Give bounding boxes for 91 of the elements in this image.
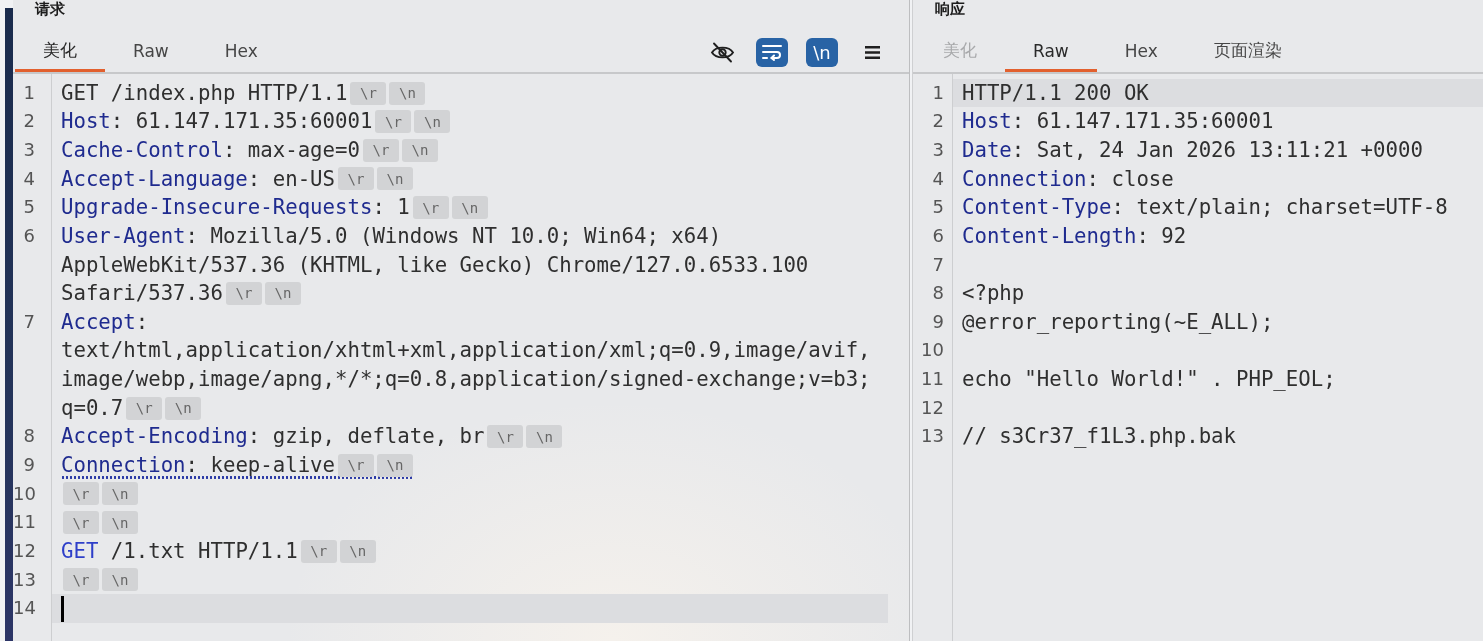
- line-number: 7: [22, 309, 36, 334]
- line-ending-marker: \r: [225, 282, 262, 305]
- line-number: 2: [931, 109, 945, 134]
- line-ending-marker: \r: [375, 110, 412, 134]
- line-number: 3: [22, 137, 36, 162]
- line-ending-marker: \n: [389, 81, 426, 105]
- code-line: HTTP/1.1 200 OK: [962, 79, 1149, 107]
- line-ending-marker: \r: [487, 425, 524, 449]
- line-number: 5: [931, 195, 945, 220]
- line-ending-marker: \r: [338, 453, 375, 477]
- line-number: 10: [920, 338, 945, 363]
- code-line: q=0.7: [61, 394, 124, 422]
- tab[interactable]: Hex: [1096, 32, 1186, 72]
- line-ending-marker: \r: [338, 167, 374, 191]
- line-ending-marker: \r: [63, 482, 99, 506]
- code-line: Content-Length: 92: [962, 222, 1187, 250]
- line-number: 8: [931, 281, 945, 306]
- line-number: 9: [931, 309, 945, 334]
- line-number: 1: [931, 80, 945, 105]
- eye-slash-icon: [709, 41, 735, 63]
- code-line: Host: 61.147.171.35:60001: [962, 108, 1274, 136]
- tab[interactable]: Hex: [196, 32, 286, 72]
- line-number: 11: [13, 510, 37, 535]
- code-line: image/webp,image/apng,*/*;q=0.8,application/signed-exchange;v=b3;: [61, 366, 871, 394]
- line-ending-marker: \n: [264, 282, 301, 305]
- line-number: 3: [931, 137, 945, 162]
- line-number: 10: [13, 481, 37, 506]
- line-number: 6: [931, 223, 945, 248]
- code-line: // s3Cr37_f1L3.php.bak: [962, 423, 1236, 451]
- code-line: text/html,application/xhtml+xml,application/xml;q=0.9,image/avif,: [61, 337, 871, 365]
- code-line: Host: 61.147.171.35:60001: [61, 108, 373, 136]
- line-number: 13: [13, 567, 37, 592]
- line-ending-marker: \n: [377, 167, 413, 191]
- tab[interactable]: 美化: [15, 32, 105, 72]
- line-number: 1: [22, 80, 36, 105]
- newline-toggle-button[interactable]: \n: [806, 37, 838, 67]
- code-line: Connection: keep-alive: [61, 452, 336, 479]
- line-number: 14: [13, 596, 37, 621]
- code-line: Cache-Control: max-age=0: [61, 136, 360, 164]
- tab[interactable]: Raw: [105, 32, 197, 72]
- line-number: 2: [22, 109, 36, 134]
- line-ending-marker: \r: [350, 81, 387, 105]
- tab[interactable]: 页面渲染: [1185, 32, 1310, 72]
- line-ending-marker: \r: [412, 196, 449, 220]
- line-number: 11: [920, 367, 945, 392]
- wrap-lines-icon: [762, 43, 782, 61]
- tab[interactable]: Raw: [1005, 32, 1097, 72]
- line-ending-marker: \n: [377, 453, 414, 477]
- line-ending-marker: \n: [451, 196, 488, 220]
- line-number: 12: [920, 395, 945, 420]
- line-ending-marker: \r: [126, 396, 163, 420]
- code-line: GET /1.txt HTTP/1.1: [61, 537, 298, 565]
- line-ending-marker: \n: [339, 539, 376, 563]
- line-ending-marker: \n: [165, 396, 202, 420]
- panel-title: 响应: [935, 0, 965, 19]
- line-number: 4: [22, 166, 36, 191]
- line-number: 12: [13, 538, 37, 563]
- line-ending-marker: \n: [102, 511, 138, 535]
- line-ending-marker: \r: [300, 539, 337, 563]
- line-number: 4: [931, 166, 945, 191]
- code-line: Accept-Encoding: gzip, deflate, br: [61, 423, 485, 451]
- line-number: 13: [920, 424, 945, 449]
- code-line: Safari/537.36: [61, 280, 223, 308]
- line-ending-marker: \r: [362, 138, 399, 162]
- code-line: AppleWebKit/537.36 (KHTML, like Gecko) Chrome/127.0.6533.100: [61, 251, 809, 279]
- code-line: Upgrade-Insecure-Requests: 1: [61, 194, 410, 222]
- code-line: Content-Type: text/plain; charset=UTF-8: [962, 194, 1448, 222]
- line-ending-marker: \n: [414, 110, 451, 134]
- wrap-lines-button[interactable]: [756, 37, 788, 67]
- code-line: GET /index.php HTTP/1.1: [61, 79, 348, 107]
- code-line: Accept:: [61, 308, 149, 336]
- code-line: User-Agent: Mozilla/5.0 (Windows NT 10.0; Win64; x64): [61, 222, 722, 250]
- code-line: Accept-Language: en-US: [61, 165, 335, 193]
- code-line: Connection: close: [962, 165, 1174, 193]
- line-ending-marker: \n: [102, 482, 138, 506]
- line-number: 9: [22, 453, 36, 477]
- line-ending-marker: \r: [63, 511, 99, 535]
- menu-icon: [864, 45, 880, 59]
- line-ending-marker: \r: [63, 568, 99, 592]
- line-ending-marker: \n: [526, 425, 563, 449]
- code-line: echo "Hello World!" . PHP_EOL;: [962, 366, 1336, 394]
- code-line: @error_reporting(~E_ALL);: [962, 308, 1274, 336]
- line-ending-marker: \n: [401, 138, 438, 162]
- line-number: 5: [22, 195, 36, 220]
- code-line: Date: Sat, 24 Jan 2026 13:11:21 +0000: [962, 136, 1423, 164]
- panel-title: 请求: [35, 0, 65, 19]
- code-line: <?php: [962, 280, 1025, 308]
- line-number: 8: [22, 424, 36, 449]
- line-number: 7: [931, 252, 945, 277]
- line-number: 6: [22, 223, 36, 248]
- line-ending-marker: \n: [102, 568, 138, 592]
